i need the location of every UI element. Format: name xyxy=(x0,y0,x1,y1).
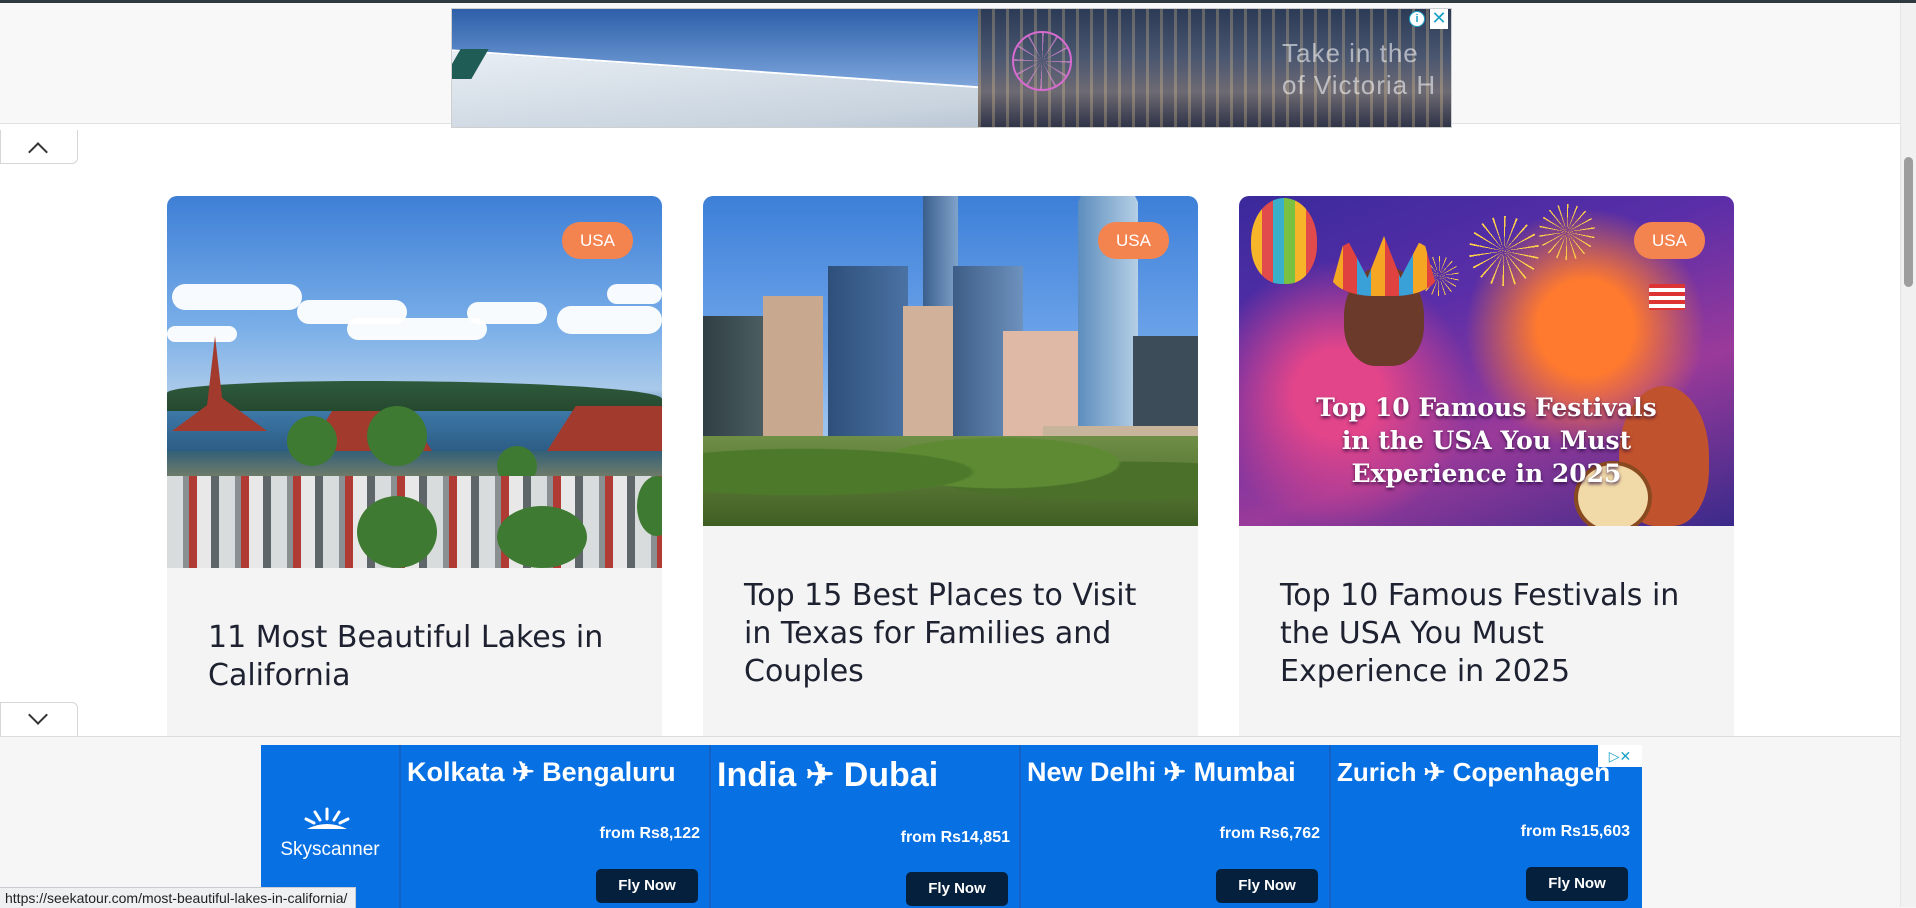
festival-image-text-line-2: in the USA You Must xyxy=(1341,426,1632,455)
festival-image-text-line-1: Top 10 Famous Festivals xyxy=(1316,393,1657,422)
skyscanner-sun-icon xyxy=(304,807,350,829)
fly-now-button[interactable]: Fly Now xyxy=(596,869,698,903)
festival-image-text-line-3: Experience in 2025 xyxy=(1351,459,1622,488)
route-title: India ✈ Dubai xyxy=(717,756,939,794)
route-offer[interactable]: Kolkata ✈ Bengaluru from Rs8,122 Fly Now xyxy=(399,745,708,908)
page-scrollbar[interactable] xyxy=(1900,3,1916,907)
route-offer[interactable]: India ✈ Dubai from Rs14,851 Fly Now xyxy=(709,745,1018,908)
route-offer[interactable]: Zurich ✈ Copenhagen from Rs15,603 Fly No… xyxy=(1329,745,1638,908)
article-card-lakes[interactable]: USA 11 Most Beautiful Lakes in Californi… xyxy=(167,196,662,736)
festival-image-text: Top 10 Famous Festivals in the USA You M… xyxy=(1239,391,1734,490)
hot-air-balloon-icon xyxy=(1251,198,1317,284)
fly-now-button[interactable]: Fly Now xyxy=(1216,869,1318,903)
route-title: Zurich ✈ Copenhagen xyxy=(1337,757,1611,787)
top-banner-ad[interactable]: Take in the of Victoria H i ✕ xyxy=(451,8,1452,128)
fly-now-button[interactable]: Fly Now xyxy=(906,872,1008,906)
ad-headline: Take in the of Victoria H xyxy=(1282,37,1436,101)
brand-name: Skyscanner xyxy=(280,839,380,860)
bottom-ad-container: Skyscanner Kolkata ✈ Bengaluru from Rs8,… xyxy=(0,736,1916,908)
fly-now-button[interactable]: Fly Now xyxy=(1526,867,1628,901)
ad-headline-line-1: Take in the xyxy=(1282,38,1419,68)
ferris-wheel-icon xyxy=(1012,31,1072,91)
route-title: New Delhi ✈ Mumbai xyxy=(1027,757,1296,787)
chevron-up-icon xyxy=(28,142,48,162)
adchoices-icon[interactable]: ▷✕ xyxy=(1598,745,1642,767)
route-price: from Rs6,762 xyxy=(1219,825,1321,842)
route-title: Kolkata ✈ Bengaluru xyxy=(407,757,676,787)
top-ad-container: Take in the of Victoria H i ✕ xyxy=(0,3,1916,128)
ad-close-icon[interactable]: ✕ xyxy=(1430,9,1448,29)
chevron-down-icon xyxy=(28,705,48,725)
article-card-festivals[interactable]: Top 10 Famous Festivals in the USA You M… xyxy=(1239,196,1734,736)
card-image-texas[interactable]: USA xyxy=(703,196,1198,526)
skyscanner-logo[interactable]: Skyscanner xyxy=(261,745,399,908)
category-badge[interactable]: USA xyxy=(1634,222,1705,259)
route-price: from Rs14,851 xyxy=(900,829,1010,846)
ad-headline-line-2: of Victoria H xyxy=(1282,70,1437,100)
route-price: from Rs15,603 xyxy=(1520,823,1630,840)
ad-info-icon[interactable]: i xyxy=(1409,11,1425,27)
card-image-lakes[interactable]: USA xyxy=(167,196,662,568)
collapse-bottom-ad-button[interactable] xyxy=(0,702,78,736)
article-card-texas[interactable]: USA Top 15 Best Places to Visit in Texas… xyxy=(703,196,1198,736)
category-badge[interactable]: USA xyxy=(1098,222,1169,259)
card-title-lakes[interactable]: 11 Most Beautiful Lakes in California xyxy=(208,619,626,695)
scrollbar-thumb[interactable] xyxy=(1904,157,1913,287)
skyscanner-ad[interactable]: Skyscanner Kolkata ✈ Bengaluru from Rs8,… xyxy=(261,745,1642,908)
route-offer[interactable]: New Delhi ✈ Mumbai from Rs6,762 Fly Now xyxy=(1019,745,1328,908)
collapse-top-ad-button[interactable] xyxy=(0,130,78,164)
route-price: from Rs8,122 xyxy=(599,825,701,842)
category-badge[interactable]: USA xyxy=(562,222,633,259)
card-title-texas[interactable]: Top 15 Best Places to Visit in Texas for… xyxy=(744,577,1162,691)
card-title-festivals[interactable]: Top 10 Famous Festivals in the USA You M… xyxy=(1280,577,1698,691)
card-image-festivals[interactable]: Top 10 Famous Festivals in the USA You M… xyxy=(1239,196,1734,526)
status-bar-url: https://seekatour.com/most-beautiful-lak… xyxy=(0,887,357,908)
